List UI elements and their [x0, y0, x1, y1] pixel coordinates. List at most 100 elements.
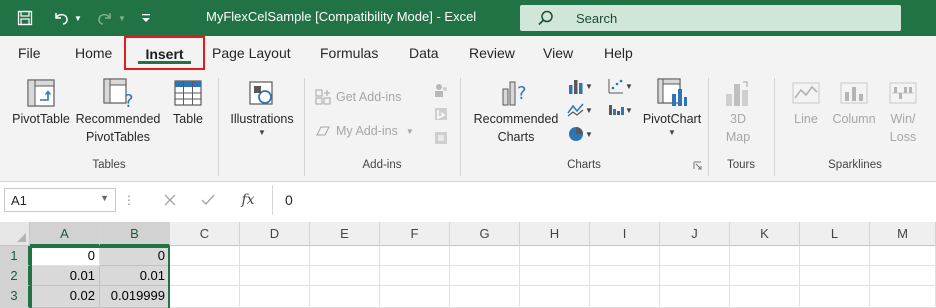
3d-map-icon: [721, 76, 755, 110]
pivotchart-label: PivotChart: [642, 112, 702, 126]
undo-dropdown-icon[interactable]: ▼: [72, 0, 84, 36]
cell-a1[interactable]: 0: [30, 246, 100, 266]
my-addins-dropdown-icon: ▼: [405, 126, 414, 136]
cell-b1[interactable]: 0: [100, 246, 170, 266]
illustrations-icon: [245, 76, 279, 110]
addins-group-label: Add-ins: [362, 159, 402, 171]
cell-a3[interactable]: 0.02: [30, 286, 100, 308]
illustrations-button[interactable]: Illustrations ▼: [224, 76, 300, 137]
tab-insert[interactable]: Insert: [124, 36, 205, 70]
tab-file[interactable]: File: [18, 45, 41, 61]
search-box[interactable]: Search: [520, 5, 901, 31]
sparkline-line-button: Line: [784, 76, 828, 128]
undo-icon[interactable]: [50, 0, 72, 36]
row-header-1[interactable]: 1: [0, 246, 30, 266]
visio-diagrams-icon: [430, 128, 452, 148]
recommended-pivottables-label-1: Recommended: [75, 112, 161, 126]
column-header-c[interactable]: C: [170, 222, 240, 246]
customize-toolbar-icon[interactable]: [138, 0, 154, 36]
save-icon[interactable]: [14, 0, 36, 36]
line-chart-icon[interactable]: ▼: [564, 100, 596, 120]
column-header-m[interactable]: M: [870, 222, 936, 246]
recommended-pivottables-button[interactable]: ? Recommended PivotTables: [72, 76, 164, 146]
group-divider: [218, 78, 219, 176]
get-addins-label: Get Add-ins: [336, 90, 402, 104]
table-button[interactable]: Table: [168, 76, 208, 128]
column-header-i[interactable]: I: [590, 222, 660, 246]
column-header-f[interactable]: F: [380, 222, 450, 246]
tab-review[interactable]: Review: [469, 45, 515, 61]
charts-group-label: Charts: [567, 159, 601, 171]
column-header-a[interactable]: A: [30, 222, 100, 246]
name-box[interactable]: A1 ▼: [4, 188, 116, 212]
tab-formulas[interactable]: Formulas: [320, 45, 378, 61]
column-header-k[interactable]: K: [730, 222, 800, 246]
waterfall-chart-icon[interactable]: ▼: [604, 100, 636, 120]
sparkline-column-button: Column: [830, 76, 878, 128]
redo-dropdown-icon: ▼: [118, 13, 126, 23]
select-all-triangle-icon: [17, 233, 26, 242]
insert-function-icon[interactable]: fx: [236, 189, 260, 211]
get-addins-button: Get Add-ins: [314, 88, 401, 106]
my-addins-icon: [314, 122, 332, 140]
select-all-button[interactable]: [0, 222, 30, 246]
table-icon: [171, 76, 205, 110]
cell-a2[interactable]: 0.01: [30, 266, 100, 286]
column-header-b[interactable]: B: [100, 222, 170, 246]
recommended-charts-button[interactable]: ? Recommended Charts: [468, 76, 564, 146]
search-icon: [536, 8, 556, 28]
column-header-e[interactable]: E: [310, 222, 380, 246]
pie-chart-icon[interactable]: ▼: [564, 124, 596, 144]
title-bar: ▼ ▼ MyFlexCelSample [Compatibility Mode]…: [0, 0, 936, 36]
scatter-chart-icon[interactable]: ▼: [604, 76, 636, 96]
tables-group-label: Tables: [92, 159, 126, 171]
row-header-2[interactable]: 2: [0, 266, 30, 286]
tab-view[interactable]: View: [543, 45, 573, 61]
column-header-l[interactable]: L: [800, 222, 870, 246]
column-chart-icon[interactable]: ▼: [564, 76, 596, 96]
active-tab-underline: [138, 61, 191, 64]
illustrations-label: Illustrations: [230, 112, 294, 126]
column-header-d[interactable]: D: [240, 222, 310, 246]
pivottable-button[interactable]: PivotTable: [8, 76, 74, 128]
sparkline-column-label: Column: [832, 112, 876, 126]
name-box-dropdown-icon[interactable]: ▼: [100, 193, 109, 203]
pivotchart-dropdown-icon: ▼: [668, 128, 676, 137]
pivotchart-button[interactable]: PivotChart ▼: [640, 76, 704, 137]
people-graph-icon: [430, 80, 452, 100]
recommended-pivottables-icon: ?: [101, 76, 135, 110]
column-header-h[interactable]: H: [520, 222, 590, 246]
cell-b2[interactable]: 0.01: [100, 266, 170, 286]
sparkline-winloss-button: Win/ Loss: [882, 76, 924, 146]
sparkline-winloss-icon: [886, 76, 920, 110]
tab-home[interactable]: Home: [75, 45, 112, 61]
formula-input[interactable]: 0: [272, 185, 936, 215]
column-header-j[interactable]: J: [660, 222, 730, 246]
tab-data[interactable]: Data: [409, 45, 439, 61]
column-header-g[interactable]: G: [450, 222, 520, 246]
tab-page-layout[interactable]: Page Layout: [212, 45, 291, 61]
sparkline-line-label: Line: [794, 112, 818, 126]
formula-bar: A1 ▼ ⋮ fx 0: [0, 185, 936, 215]
row-header-3[interactable]: 3: [0, 286, 30, 308]
illustrations-dropdown-icon: ▼: [258, 128, 266, 137]
my-addins-label: My Add-ins: [336, 124, 398, 138]
3d-map-label-1: 3D: [730, 112, 746, 126]
sparkline-column-icon: [837, 76, 871, 110]
recommended-charts-label-1: Recommended: [473, 112, 559, 126]
svg-text:?: ?: [124, 91, 134, 109]
window-title: MyFlexCelSample [Compatibility Mode] - E…: [206, 9, 477, 24]
tab-help[interactable]: Help: [604, 45, 633, 61]
sparkline-winloss-label-1: Win/: [890, 112, 916, 126]
charts-dialog-launcher-icon[interactable]: [690, 158, 704, 172]
ribbon-tabs: File Home Insert Page Layout Formulas Da…: [0, 36, 936, 72]
more-options-icon: ⋮: [123, 193, 135, 207]
cell-b3[interactable]: 0.019999: [100, 286, 170, 308]
sparkline-winloss-label-2: Loss: [889, 130, 917, 144]
worksheet-grid: A B C D E F G H I J K L M 1 0 0 2 0.01 0…: [0, 222, 936, 308]
redo-icon: [94, 0, 116, 36]
my-addins-button: My Add-ins ▼: [314, 122, 414, 140]
confirm-entry-icon: [196, 189, 220, 211]
search-placeholder: Search: [576, 10, 618, 26]
pivottable-label: PivotTable: [12, 112, 70, 126]
